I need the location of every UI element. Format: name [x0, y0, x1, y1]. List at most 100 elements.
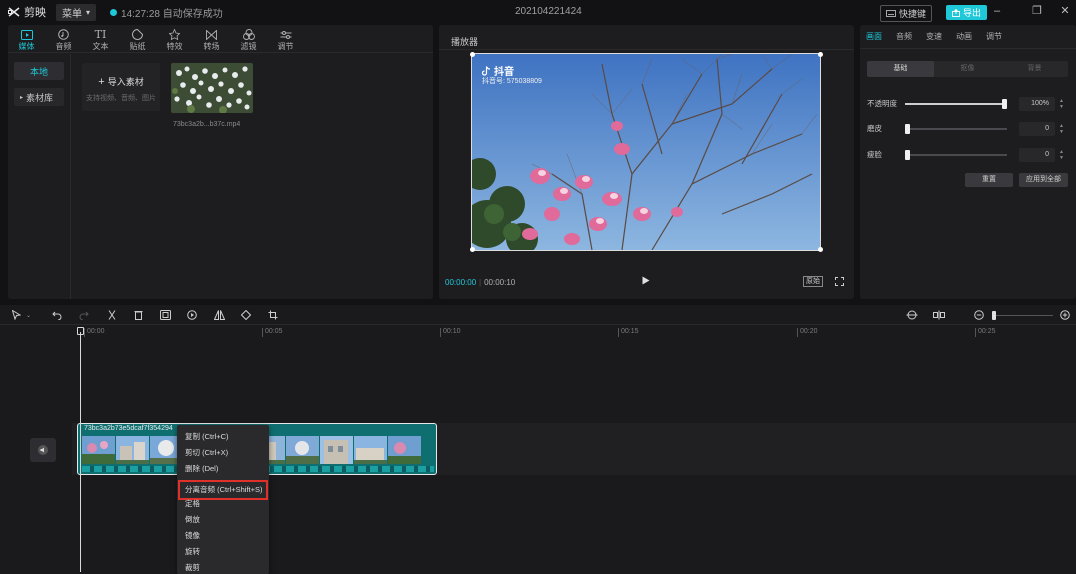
tab-adjust[interactable]: 调节 [267, 25, 304, 52]
menu-item-crop[interactable]: 裁剪 [177, 560, 269, 574]
crop-handle-tl[interactable] [470, 52, 475, 57]
delete-button[interactable] [134, 309, 143, 321]
menu-item-mirror[interactable]: 镜像 [177, 528, 269, 544]
tab-sticker[interactable]: 贴纸 [119, 25, 156, 52]
zoom-in-icon [1060, 310, 1070, 320]
media-tab-bar: 媒体 音频 TI 文本 贴纸 特效 转场 滤镜 调节 [8, 25, 433, 53]
tab-media[interactable]: 媒体 [8, 25, 45, 52]
context-menu: 复制 (Ctrl+C) 剪切 (Ctrl+X) 删除 (Del) 分离音频 (C… [177, 425, 269, 574]
select-tool-button[interactable]: ⌄ [12, 309, 31, 321]
slim-face-row: 瘦脸 0 ▲ ▼ [867, 148, 1068, 162]
sidebar-item-local[interactable]: 本地 [14, 62, 64, 80]
menu-dropdown[interactable]: 菜单 ▾ [56, 3, 97, 21]
ruler-tick: 00:20 [797, 328, 818, 337]
shortcut-label: 快捷键 [899, 9, 927, 19]
freeze-button[interactable] [160, 309, 171, 321]
redo-button[interactable] [79, 309, 89, 321]
smooth-skin-slider-knob[interactable] [905, 124, 910, 134]
tab-transition[interactable]: 转场 [193, 25, 230, 52]
rotate-icon [241, 310, 251, 320]
tab-animation[interactable]: 动画 [956, 25, 972, 48]
zoom-in-button[interactable] [1060, 309, 1070, 321]
timeline-ruler[interactable]: 00:00 00:05 00:10 00:15 00:20 00:25 [0, 325, 1076, 337]
link-button[interactable] [933, 309, 945, 321]
slim-face-value[interactable]: 0 [1019, 148, 1055, 162]
reverse-button[interactable] [187, 309, 197, 321]
export-icon [952, 8, 960, 17]
opacity-stepper-icon[interactable]: ▲ ▼ [1059, 98, 1064, 110]
snap-button[interactable] [906, 309, 918, 321]
subtab-cutout[interactable]: 抠像 [934, 61, 1001, 77]
menu-item-freeze[interactable]: 定格 [177, 496, 269, 512]
zoom-out-button[interactable] [974, 309, 984, 321]
zoom-slider-knob[interactable] [992, 311, 996, 320]
menu-item-rotate[interactable]: 旋转 [177, 544, 269, 560]
time-current: 00:00:00 [445, 278, 477, 287]
track-audio-toggle[interactable] [30, 438, 56, 462]
close-icon[interactable]: ✕ [1058, 4, 1072, 18]
crop-handle-br[interactable] [818, 247, 823, 252]
menu-item-copy[interactable]: 复制 (Ctrl+C) [177, 429, 269, 445]
crop-button[interactable] [268, 309, 278, 321]
tab-props-adjust[interactable]: 调节 [986, 25, 1002, 48]
opacity-slider-fill [905, 103, 1007, 105]
smooth-skin-label: 磨皮 [867, 124, 882, 133]
undo-button[interactable] [52, 309, 62, 321]
crop-handle-tr[interactable] [818, 52, 823, 57]
properties-subtabs: 基础 抠像 背景 [867, 61, 1068, 77]
mirror-button[interactable] [214, 309, 225, 321]
tab-speed[interactable]: 变速 [926, 25, 942, 48]
split-button[interactable] [107, 309, 117, 321]
zoom-slider[interactable] [993, 315, 1053, 316]
apply-all-button[interactable]: 应用到全部 [1019, 173, 1068, 187]
fullscreen-button[interactable] [835, 277, 844, 289]
smooth-skin-slider[interactable] [905, 124, 1007, 134]
play-button[interactable] [642, 276, 650, 288]
export-button[interactable]: 导出 [946, 5, 988, 20]
opacity-slider[interactable] [905, 99, 1007, 109]
save-status-dot-icon [110, 8, 118, 16]
shortcut-button[interactable]: 快捷键 [880, 5, 933, 22]
tab-picture[interactable]: 画面 [866, 25, 882, 48]
save-status-text: 14:27:28 自动保存成功 [121, 8, 223, 20]
reset-button[interactable]: 重置 [965, 173, 1013, 187]
watermark-id: 抖音号: 575038809 [482, 78, 542, 85]
slim-face-slider-knob[interactable] [905, 150, 910, 160]
subtab-background[interactable]: 背景 [1001, 61, 1068, 77]
menu-label: 菜单 [62, 8, 82, 20]
slim-face-stepper-icon[interactable]: ▲ ▼ [1059, 149, 1064, 161]
crop-handle-bl[interactable] [470, 247, 475, 252]
minimize-icon[interactable]: – [990, 4, 1004, 18]
tab-effects[interactable]: 特效 [156, 25, 193, 52]
smooth-skin-value[interactable]: 0 [1019, 122, 1055, 136]
menu-item-reverse[interactable]: 倒放 [177, 512, 269, 528]
speaker-icon [38, 445, 48, 455]
menu-item-cut[interactable]: 剪切 (Ctrl+X) [177, 445, 269, 461]
video-preview[interactable]: 抖音 抖音号: 575038809 [471, 53, 821, 251]
aspect-ratio-button[interactable]: 原始 [803, 276, 823, 287]
playhead[interactable] [80, 332, 81, 572]
clip-frame [286, 436, 319, 464]
trash-icon [134, 311, 143, 320]
tab-audio[interactable]: 音频 [45, 25, 82, 52]
time-total: | 00:00:10 [479, 278, 516, 287]
subtab-basic[interactable]: 基础 [867, 61, 934, 77]
slim-face-slider[interactable] [905, 150, 1007, 160]
tab-props-audio[interactable]: 音频 [896, 25, 912, 48]
mirror-icon [214, 310, 225, 320]
media-thumbnail[interactable] [171, 63, 253, 113]
timeline-panel: ⌄ 00:00 00:05 00:10 00:15 00:20 00:25 73… [0, 305, 1076, 574]
opacity-value[interactable]: 100% [1019, 97, 1055, 111]
rotate-button[interactable] [241, 309, 251, 321]
import-media-button[interactable]: + 导入素材 支持视频、音频、图片 [82, 63, 160, 111]
sidebar-item-library[interactable]: ▸ 素材库 [14, 88, 64, 106]
link-icon [933, 310, 945, 320]
ruler-tick: 00:25 [975, 328, 996, 337]
tab-filter[interactable]: 滤镜 [230, 25, 267, 52]
smooth-skin-stepper-icon[interactable]: ▲ ▼ [1059, 123, 1064, 135]
opacity-slider-knob[interactable] [1002, 99, 1007, 109]
clip-name: 73bc3a2b73e5dcaf7f354294 [84, 425, 173, 432]
menu-item-delete[interactable]: 删除 (Del) [177, 461, 269, 477]
restore-icon[interactable]: ❐ [1030, 4, 1044, 18]
tab-text[interactable]: TI 文本 [82, 25, 119, 52]
